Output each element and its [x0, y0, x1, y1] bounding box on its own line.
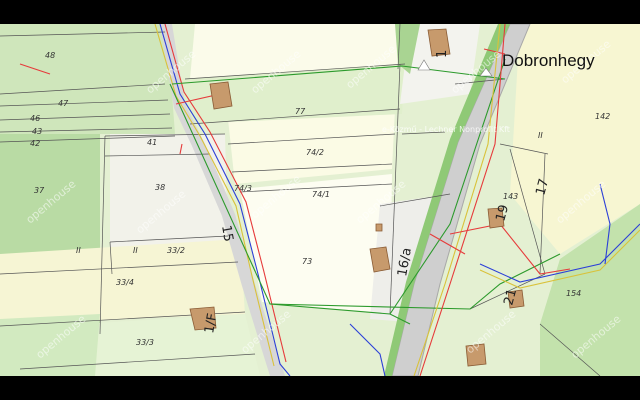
cadastral-map[interactable]: 48 47 46 43 42 41 37 38 77 74/2 74/3 74/…: [0, 24, 640, 376]
parcel-number: 77: [295, 107, 306, 116]
parcel-number: 38: [155, 183, 165, 192]
parcel-number: 74/3: [234, 184, 252, 193]
parcel-number: 46: [30, 114, 40, 123]
parcel-number: 41: [147, 138, 157, 147]
parcel-number: 33/2: [167, 246, 185, 255]
parcel-number: 48: [45, 51, 55, 60]
parcel-number: II: [538, 131, 543, 140]
parcel-number: II: [76, 246, 81, 255]
parcel-number: 74/2: [306, 148, 324, 157]
parcel-number: 73: [302, 257, 312, 266]
place-name: Dobronhegy: [502, 51, 595, 70]
parcel-number: II: [133, 246, 138, 255]
parcel-number: 47: [58, 99, 69, 108]
parcel-number: 143: [503, 192, 518, 201]
parcel-number: 33/4: [116, 278, 134, 287]
house-number: 15: [218, 224, 236, 243]
parcel-number: 154: [566, 289, 581, 298]
parcel-number: 37: [34, 186, 45, 195]
map-credit: e-Közmű - Lechner Nonprofit Kft: [382, 125, 510, 134]
parcel-number: 42: [30, 139, 40, 148]
parcel-number: 43: [32, 127, 42, 136]
parcel-number: 74/1: [312, 190, 330, 199]
parcel-number: 33/3: [136, 338, 154, 347]
parcel-number: 142: [595, 112, 610, 121]
map-viewport[interactable]: 48 47 46 43 42 41 37 38 77 74/2 74/3 74/…: [0, 24, 640, 376]
house-number: 1: [435, 50, 450, 58]
